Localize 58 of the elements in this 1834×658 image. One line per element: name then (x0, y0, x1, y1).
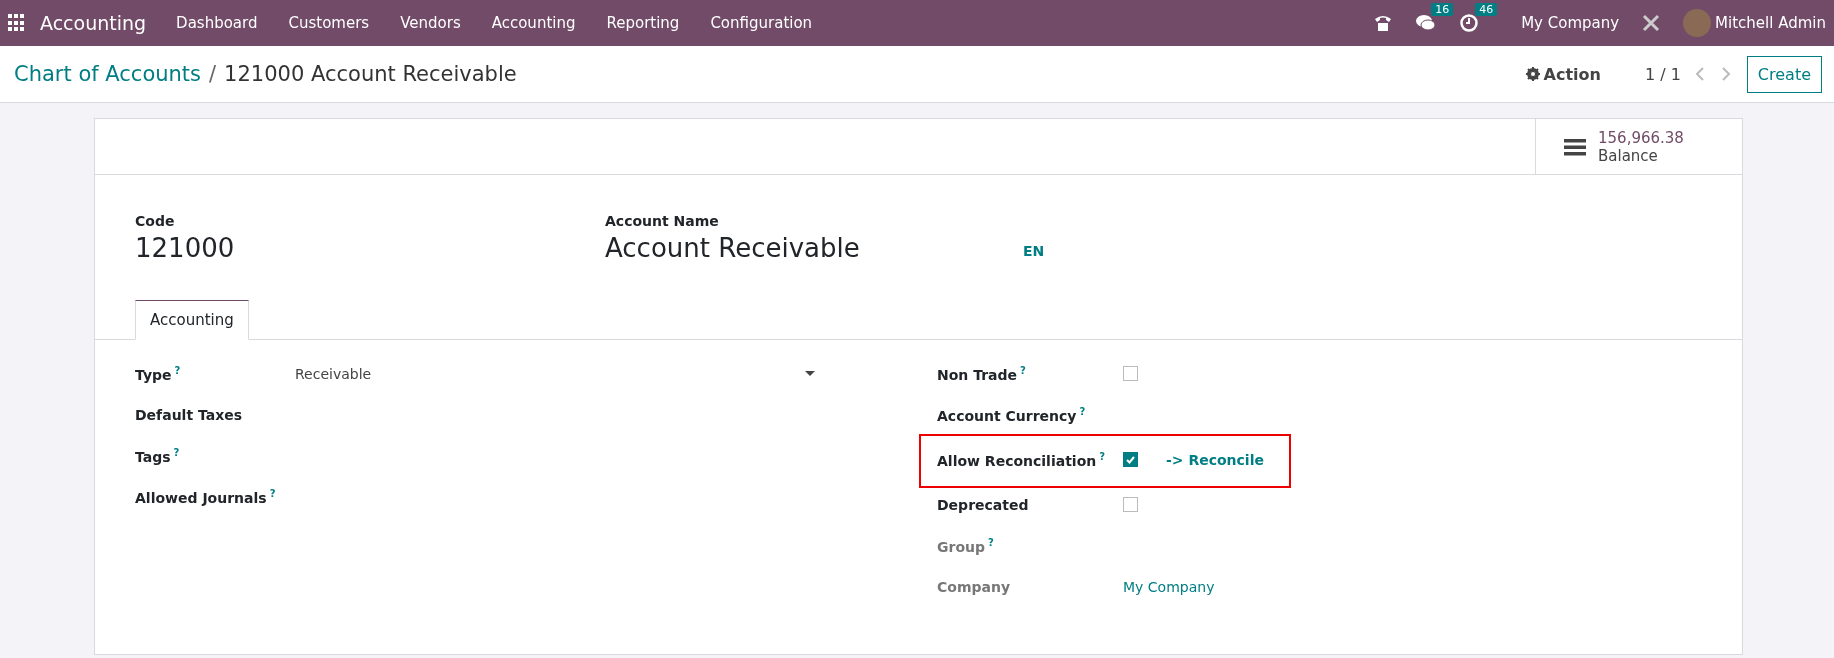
pager-value: 1 / 1 (1644, 64, 1681, 84)
gear-icon (1525, 67, 1540, 81)
message-count-badge: 16 (1431, 3, 1454, 16)
breadcrumb-separator: / (209, 62, 217, 86)
help-icon[interactable]: ? (173, 446, 180, 458)
company-switcher[interactable]: My Company (1521, 14, 1620, 32)
help-icon[interactable]: ? (1099, 450, 1106, 462)
field-label: Company (937, 578, 1012, 595)
phone-icon[interactable] (1373, 13, 1394, 33)
balance-value: 156,966.38 (1598, 128, 1684, 147)
menu-item[interactable]: Reporting (606, 14, 680, 32)
menu-item[interactable]: Configuration (710, 14, 813, 32)
tab[interactable]: Accounting (135, 300, 249, 340)
menu-item[interactable]: Dashboard (176, 14, 258, 32)
checkmark-icon (1126, 455, 1135, 464)
field-label: Tags $^{?}$ (135, 446, 181, 465)
clock-icon[interactable] (1459, 13, 1480, 33)
language-button[interactable]: EN (1023, 243, 1045, 300)
field-label: Type $^{?}$ (135, 364, 182, 383)
field-label: Code (135, 213, 176, 229)
account-name-value[interactable]: Account Receivable (605, 233, 1023, 263)
field-label: Default Taxes (135, 406, 244, 423)
type-select[interactable]: Receivable (295, 365, 815, 382)
balance-label: Balance (1598, 146, 1659, 165)
menu-item[interactable]: Customers (288, 14, 370, 32)
field-label: Group $^{?}$ (937, 536, 995, 555)
list-icon (1564, 136, 1586, 157)
checkbox[interactable] (1123, 497, 1138, 512)
chat-icon[interactable] (1415, 13, 1438, 33)
help-icon[interactable]: ? (1020, 364, 1026, 376)
help-icon[interactable]: ? (174, 364, 181, 376)
create-button[interactable]: Create (1746, 55, 1822, 93)
field-label: Account Name (605, 213, 720, 229)
tools-icon[interactable] (1641, 13, 1662, 33)
field-label: Account Currency $^{?}$ (937, 405, 1087, 424)
app-name[interactable]: Accounting (40, 12, 147, 34)
field-label: Allow Reconciliation $^{?}$ (937, 450, 1107, 469)
breadcrumb-link[interactable]: Chart of Accounts (14, 62, 202, 86)
field-label: Allowed Journals $^{?}$ (135, 487, 277, 506)
reconcile-link[interactable]: -> Reconcile (1166, 451, 1264, 468)
apps-menu-icon[interactable] (8, 14, 26, 32)
field-label: Deprecated (937, 496, 1030, 513)
menu-item[interactable]: Accounting (491, 14, 576, 32)
action-button[interactable]: Action (1519, 63, 1607, 85)
code-value[interactable]: 121000 (135, 233, 605, 263)
help-icon[interactable]: ? (269, 487, 276, 499)
record-title: 121000 Account Receivable (224, 62, 517, 86)
activity-count-badge: 46 (1475, 3, 1498, 16)
menu-item[interactable]: Vendors (400, 14, 461, 32)
checkbox[interactable] (1123, 452, 1138, 467)
caret-icon[interactable] (805, 370, 815, 377)
user-menu[interactable]: Mitchell Admin (1715, 14, 1826, 32)
company-link[interactable]: My Company (1123, 578, 1215, 595)
field-label: Non Trade $^{?}$ (937, 364, 1027, 383)
help-icon[interactable]: ? (988, 536, 994, 548)
checkbox[interactable] (1123, 366, 1138, 381)
help-icon[interactable]: ? (1079, 405, 1086, 417)
select-value: Receivable (295, 365, 372, 382)
